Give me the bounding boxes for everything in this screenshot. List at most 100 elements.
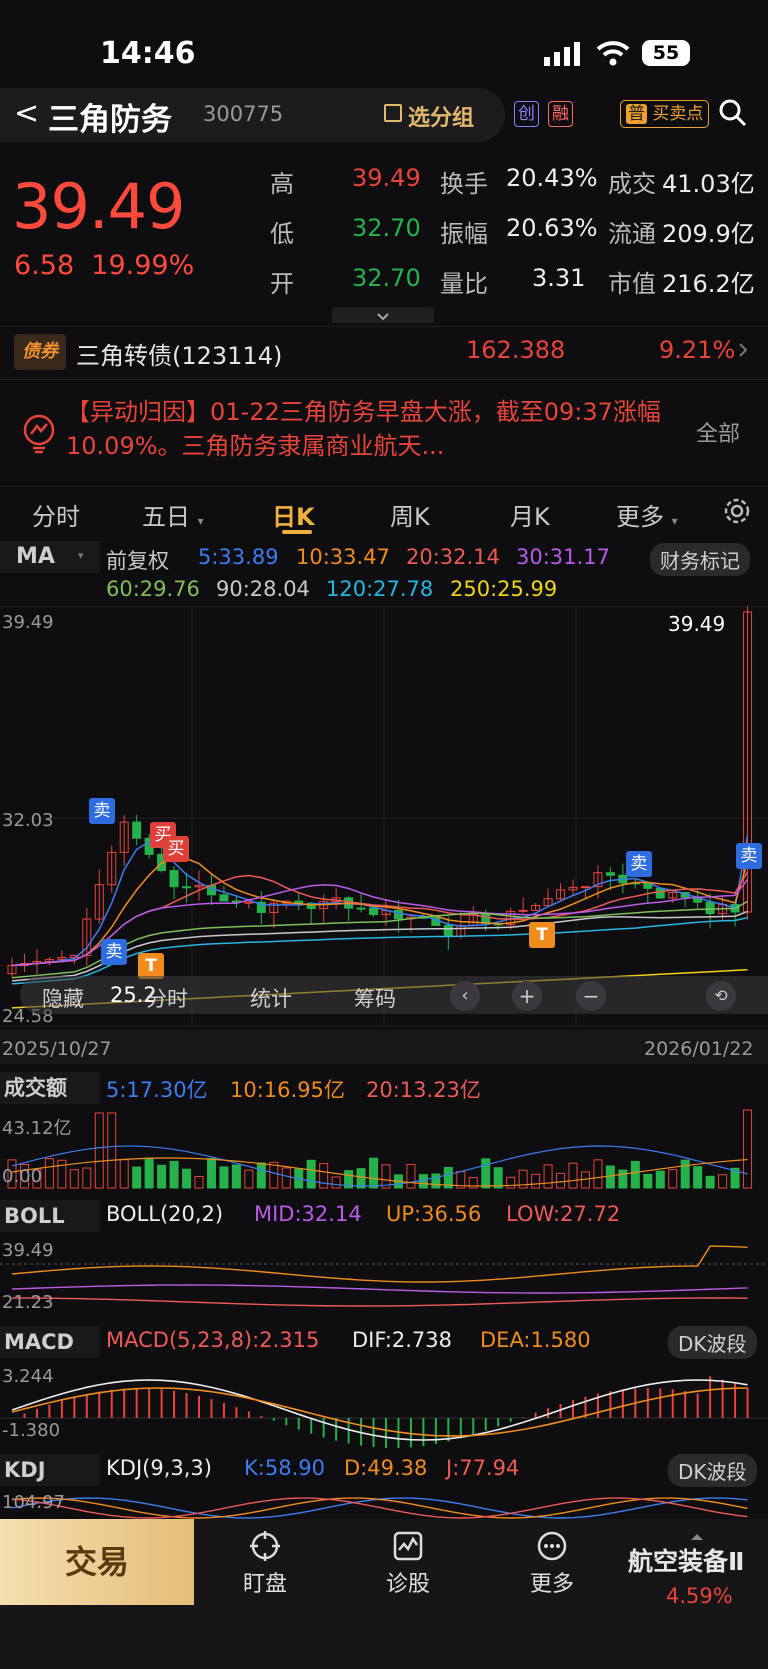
statistics-button[interactable]: 统计	[250, 983, 292, 1013]
last-price-label: 39.49	[668, 612, 726, 636]
volume-bar	[82, 1167, 92, 1189]
ma-indicator-selector[interactable]: MA ▾	[0, 541, 100, 573]
tab-weekly-k[interactable]: 周K	[390, 497, 430, 532]
sell-marker-label: 卖	[105, 942, 123, 962]
t-marker-label: T	[536, 925, 548, 945]
sell-marker[interactable]: 卖	[89, 798, 115, 824]
watch-nav-item[interactable]: 盯盘	[225, 1530, 305, 1598]
t-marker-label: T	[145, 956, 157, 976]
back-button[interactable]: <	[14, 96, 39, 131]
boll-indicator-selector[interactable]: BOLL	[0, 1200, 100, 1232]
sell-marker[interactable]: 卖	[736, 843, 762, 869]
buy-sell-points-button[interactable]: 普 买卖点	[620, 100, 710, 128]
intraday-button[interactable]: 分时	[146, 983, 188, 1013]
kdj-dk-button[interactable]: DK波段	[668, 1454, 757, 1487]
t-marker[interactable]: T	[529, 922, 555, 948]
bond-price: 162.388	[466, 336, 566, 364]
tab-five-day[interactable]: 五日 ▾	[142, 497, 204, 532]
status-time: 14:46	[100, 36, 196, 71]
chuang-tag: 创	[514, 101, 539, 127]
stock-code: 300775	[203, 102, 284, 126]
tab-five-day-label: 五日	[142, 503, 190, 531]
vol-axis-bottom: 0.00	[2, 1166, 43, 1187]
boll-axis-bottom: 21.23	[2, 1292, 54, 1313]
sector-name[interactable]: 航空装备Ⅱ	[628, 1542, 744, 1578]
zoom-in-icon[interactable]: +	[512, 981, 542, 1011]
volume-bar	[618, 1169, 628, 1189]
volume-bar	[431, 1173, 441, 1189]
value-amplitude: 20.63%	[506, 214, 598, 242]
battery-icon: 55	[642, 40, 690, 66]
candle-body	[169, 870, 179, 888]
kdj-k: K:58.90	[244, 1456, 325, 1480]
label-turnover: 换手	[440, 170, 488, 198]
volume-bar	[406, 1163, 416, 1189]
value-volume-ratio: 3.31	[532, 264, 586, 292]
trade-button[interactable]: 交易	[0, 1519, 194, 1605]
more-nav-item[interactable]: 更多	[512, 1530, 592, 1598]
volume-label: 成交额	[4, 1076, 67, 1100]
news-all-link[interactable]: 全部	[696, 416, 740, 448]
kline-chart[interactable]	[0, 606, 768, 1030]
label-low: 低	[270, 220, 294, 248]
kdj-label: KDJ	[4, 1458, 46, 1482]
tab-monthly-k[interactable]: 月K	[510, 497, 550, 532]
volume-bar	[132, 1166, 142, 1189]
adjust-mode[interactable]: 前复权	[106, 545, 169, 575]
diagnose-nav-item[interactable]: 诊股	[368, 1530, 448, 1598]
boll-axis-top: 39.49	[2, 1240, 54, 1261]
sell-marker[interactable]: 卖	[101, 939, 127, 965]
pu-icon: 普	[626, 104, 647, 124]
tab-daily-k[interactable]: 日K	[272, 497, 315, 532]
wifi-icon	[596, 40, 630, 70]
volume-bar	[718, 1174, 728, 1189]
bond-tag: 债券	[14, 334, 66, 370]
boll-chart[interactable]	[0, 1234, 768, 1320]
quote-row: 低 32.70 振幅 20.63% 流通 209.9亿	[270, 214, 768, 264]
sell-marker-label: 卖	[740, 846, 758, 866]
value-amount: 41.03亿	[662, 170, 755, 198]
zoom-out-icon[interactable]: −	[576, 981, 606, 1011]
volume-bar	[194, 1175, 204, 1189]
active-tab-indicator	[282, 530, 312, 534]
tab-more[interactable]: 更多 ▾	[616, 497, 678, 532]
volume-indicator-selector[interactable]: 成交额	[0, 1072, 100, 1104]
boll-mid: MID:32.14	[254, 1202, 362, 1226]
scroll-left-icon[interactable]: ‹	[450, 981, 480, 1011]
select-group-button[interactable]: 选分组	[408, 100, 474, 132]
macd-dk-button[interactable]: DK波段	[668, 1326, 757, 1359]
kdj-chart[interactable]	[0, 1488, 768, 1520]
current-price: 39.49	[12, 170, 185, 243]
volume-chart[interactable]	[0, 1106, 768, 1192]
volume-bar	[418, 1174, 428, 1189]
buy-marker[interactable]: 买	[163, 836, 189, 862]
volume-bar	[543, 1164, 553, 1189]
macd-dif-line	[11, 1379, 748, 1441]
ma5-value: 5:33.89	[198, 545, 279, 569]
price-change: 6.58 19.99%	[14, 250, 194, 281]
gear-icon[interactable]	[722, 496, 752, 530]
candle-body	[443, 924, 453, 937]
macd-indicator-selector[interactable]: MACD	[0, 1326, 100, 1358]
macd-chart[interactable]	[0, 1360, 768, 1450]
date-start: 2025/10/27	[2, 1038, 112, 1060]
volume-bar	[231, 1164, 241, 1189]
chips-button[interactable]: 筹码	[354, 983, 396, 1013]
buy-sell-label: 买卖点	[652, 104, 704, 124]
reset-icon[interactable]: ⟲	[706, 981, 736, 1011]
volume-bar	[331, 1176, 341, 1189]
search-icon[interactable]	[718, 98, 748, 132]
sell-marker[interactable]: 卖	[626, 851, 652, 877]
macd-axis-bottom: -1.380	[2, 1420, 61, 1441]
tab-intraday[interactable]: 分时	[32, 497, 80, 532]
kdj-indicator-selector[interactable]: KDJ	[0, 1454, 100, 1486]
macd-value: MACD(5,23,8):2.315	[106, 1328, 320, 1352]
volume-bar	[743, 1109, 753, 1189]
anomaly-news[interactable]: 【异动归因】01-22三角防务早盘大涨，截至09:37涨幅10.09%。三角防务…	[66, 395, 666, 463]
hide-toolbar-button[interactable]: 隐藏	[42, 983, 84, 1013]
boll-low: LOW:27.72	[506, 1202, 621, 1226]
financial-mark-button[interactable]: 财务标记	[650, 543, 750, 576]
rong-tag: 融	[548, 101, 573, 127]
ma60-value: 60:29.76	[106, 577, 200, 601]
expand-chevron-icon[interactable]	[332, 307, 434, 323]
